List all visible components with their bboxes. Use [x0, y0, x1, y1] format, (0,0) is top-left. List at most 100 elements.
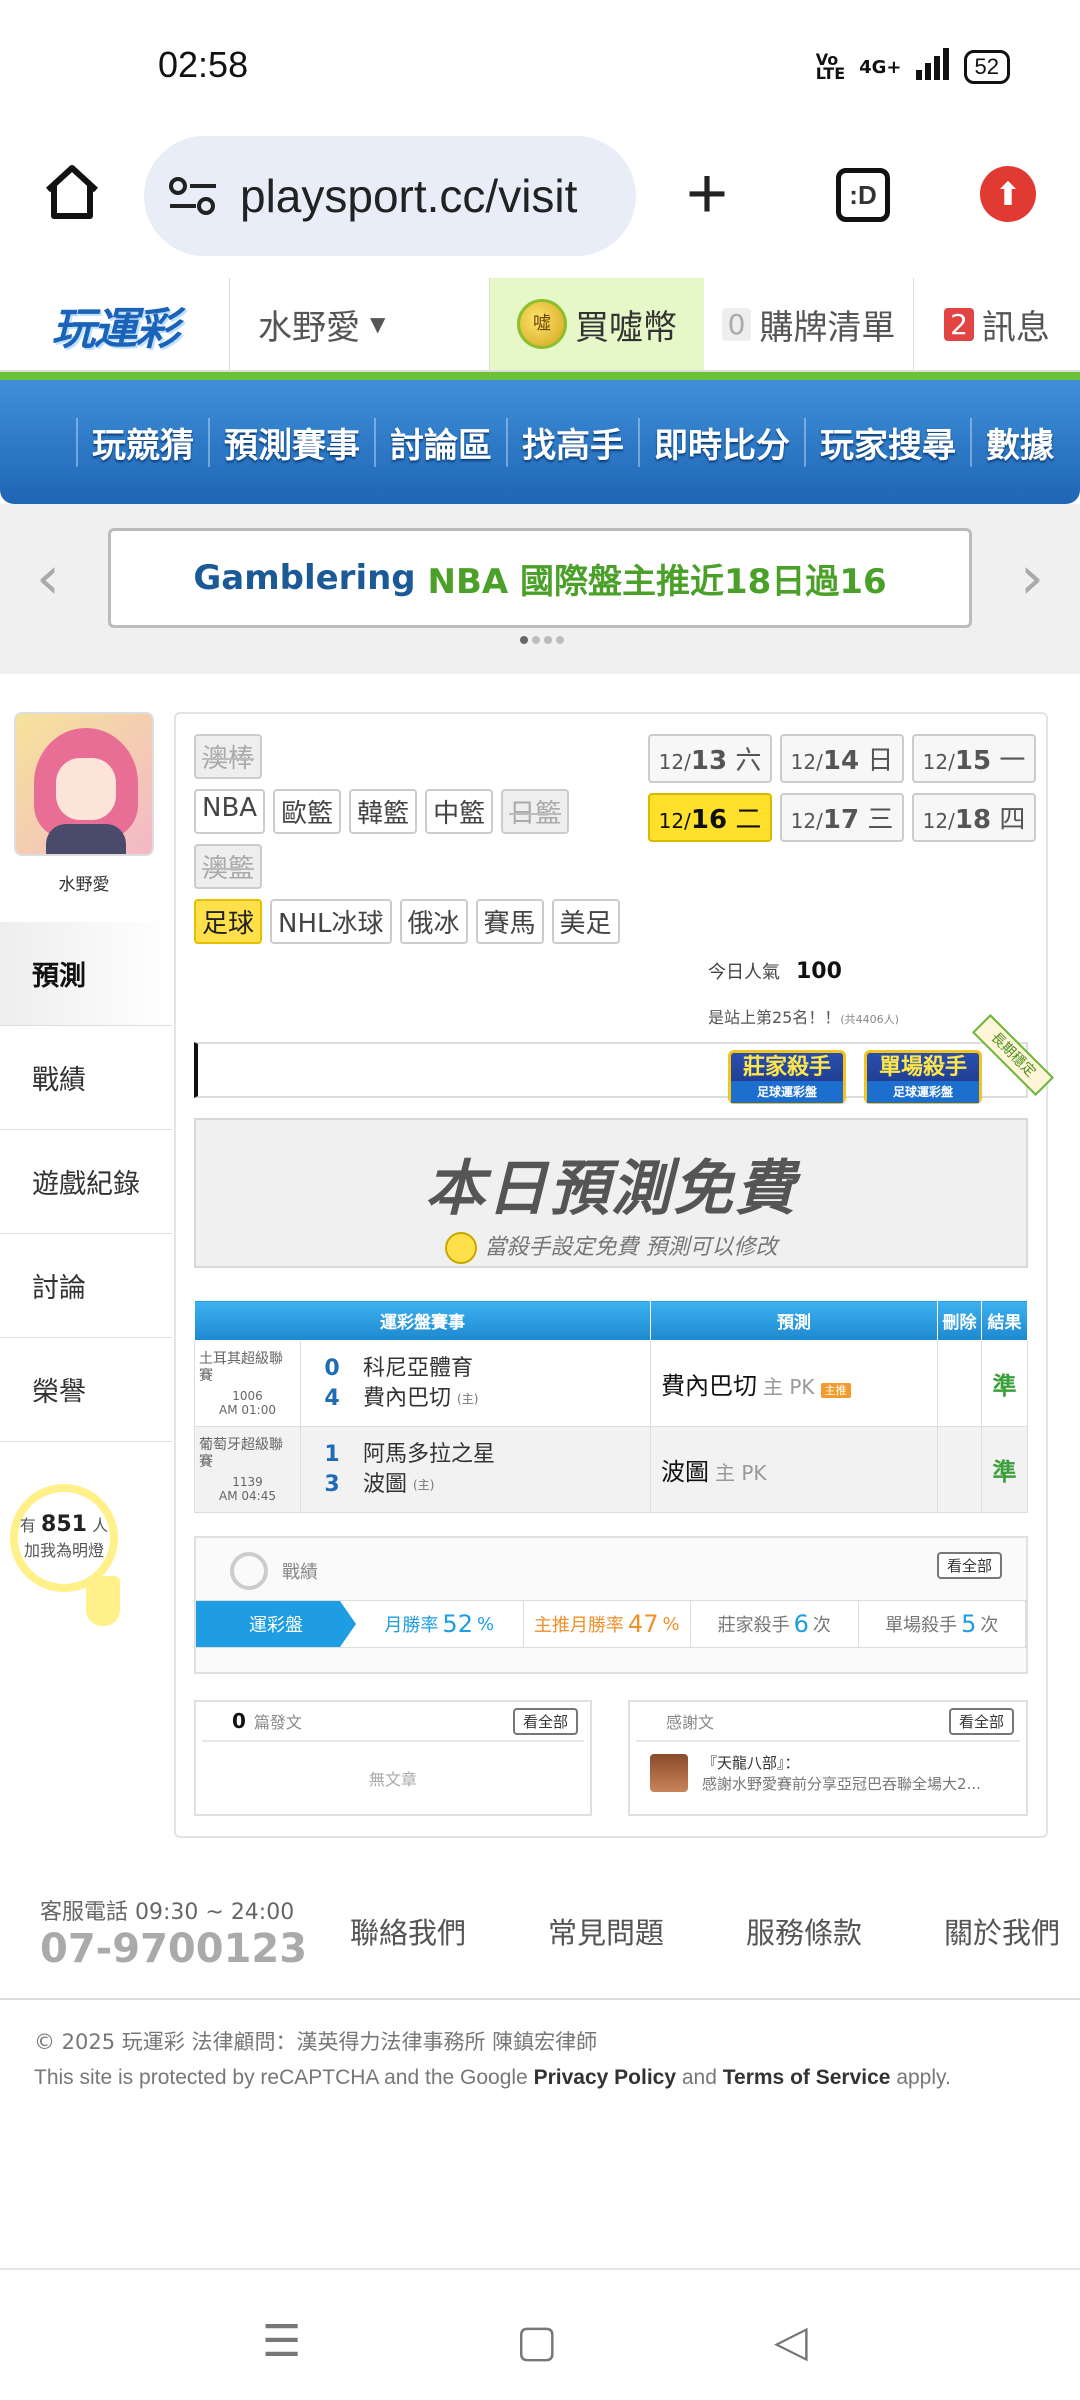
footer-link-about[interactable]: 關於我們: [944, 1910, 1060, 1952]
posts-view-all-button[interactable]: 看全部: [512, 1708, 578, 1735]
pick-cell: 費內巴切主 PK 主推: [650, 1340, 938, 1427]
date-button[interactable]: 12/14 日: [780, 734, 904, 783]
thanks-item[interactable]: 『天龍八部』： 感謝水野愛賽前分享亞冠巴吞聯全場大2...: [630, 1742, 1026, 1804]
date-day: 16: [690, 805, 728, 835]
sport-tag[interactable]: 足球: [194, 899, 263, 944]
home-score: 3: [324, 1471, 340, 1497]
coin-icon: 噓: [517, 299, 567, 349]
messages-button[interactable]: 2 訊息: [914, 278, 1080, 370]
away-score: 1: [324, 1441, 340, 1467]
home-button[interactable]: [40, 160, 104, 224]
sport-tag[interactable]: 韓籃: [349, 789, 418, 834]
sport-tag[interactable]: NHL冰球: [270, 899, 392, 944]
home-icon: [45, 165, 99, 219]
hotline-number[interactable]: 07-9700123: [40, 1926, 307, 1972]
sport-tag[interactable]: 歐籃: [273, 789, 342, 834]
menu-item-honors[interactable]: 榮譽: [0, 1338, 172, 1442]
nav-item[interactable]: 預測賽事: [208, 417, 374, 467]
date-month: 12/: [658, 750, 691, 774]
profile-menu: 預測 戰績 遊戲紀錄 討論 榮譽: [0, 922, 172, 1442]
stat-monthly-win: 月勝率 52%: [356, 1601, 524, 1647]
update-button[interactable]: ⬆: [980, 166, 1036, 222]
stat-banker-killer: 莊家殺手 6 次: [691, 1601, 859, 1647]
back-icon[interactable]: ◁: [774, 2316, 808, 2367]
sport-tag-row: NBA 歐籃 韓籃 中籃 日籃: [194, 789, 634, 834]
network-label: 4G+: [859, 56, 902, 78]
sport-tag: 澳棒: [194, 734, 263, 779]
date-button[interactable]: 12/15 一: [912, 734, 1036, 783]
address-bar[interactable]: playsport.cc/visit: [144, 136, 636, 256]
game-code: 1139: [232, 1474, 263, 1489]
status-bar: 02:58 Vo LTE 4G+ 52: [0, 0, 1080, 130]
thanks-view-all-button[interactable]: 看全部: [948, 1708, 1014, 1735]
date-day: 18: [954, 805, 992, 835]
home-nav-icon[interactable]: ▢: [516, 2316, 558, 2367]
user-dropdown[interactable]: 水野愛 ▼: [230, 278, 490, 370]
date-button[interactable]: 12/18 四: [912, 793, 1036, 842]
date-button[interactable]: 12/17 三: [780, 793, 904, 842]
footer-links: 聯絡我們 常見問題 服務條款 關於我們: [350, 1910, 1060, 1952]
target-icon: [230, 1552, 268, 1590]
chevron-left-icon[interactable]: ‹: [36, 548, 60, 608]
nav-item[interactable]: 數據: [970, 417, 1068, 467]
lightbulb-icon: [86, 1576, 120, 1626]
profile-name: 水野愛: [58, 875, 110, 895]
nav-item[interactable]: 玩家搜尋: [804, 417, 970, 467]
record-view-all-button[interactable]: 看全部: [936, 1552, 1002, 1579]
menu-item-game-log[interactable]: 遊戲紀錄: [0, 1130, 172, 1234]
date-month: 12/: [922, 809, 955, 833]
record-title: 戰績: [282, 1562, 318, 1583]
system-nav-bar: ☰ ▢ ◁: [0, 2268, 1080, 2400]
new-tab-button[interactable]: +: [686, 158, 728, 230]
terms-link[interactable]: Terms of Service: [723, 2066, 891, 2089]
nav-item[interactable]: 討論區: [374, 417, 506, 467]
date-button[interactable]: 12/16 二: [648, 793, 772, 842]
thanks-title: 『天龍八部』：: [702, 1754, 800, 1772]
posts-empty: 無文章: [368, 1770, 417, 1789]
menu-item-record[interactable]: 戰績: [0, 1026, 172, 1130]
chevron-right-icon[interactable]: ›: [1020, 548, 1044, 608]
sport-tag[interactable]: NBA: [194, 789, 266, 834]
banner-ad[interactable]: Gamblering NBA 國際盤主推近18日過16: [108, 528, 972, 628]
menu-item-predictions[interactable]: 預測: [0, 922, 172, 1026]
menu-item-discussion[interactable]: 討論: [0, 1234, 172, 1338]
posts-label: 篇發文: [253, 1713, 302, 1732]
footer-link-faq[interactable]: 常見問題: [548, 1910, 664, 1952]
avatar[interactable]: [14, 712, 154, 856]
stat-single-killer: 單場殺手 5 次: [859, 1601, 1026, 1647]
privacy-policy-link[interactable]: Privacy Policy: [534, 2066, 676, 2089]
free-prediction-notice: 本日預測免費 當殺手設定免費 預測可以修改: [194, 1118, 1028, 1268]
date-button[interactable]: 12/13 六: [648, 734, 772, 783]
site-rank: 是站上第25名！！(共4406人): [708, 1004, 899, 1028]
footer-link-terms[interactable]: 服務條款: [746, 1910, 862, 1952]
signal-icon: [915, 48, 950, 86]
messages-label: 訊息: [981, 307, 1050, 348]
date-weekday: 三: [867, 805, 894, 835]
nav-item[interactable]: 玩競猜: [76, 417, 208, 467]
nav-item[interactable]: 找高手: [506, 417, 638, 467]
pick-team: 波圖: [661, 1458, 709, 1486]
home-team: 波圖: [363, 1471, 408, 1497]
recaptcha-text: This site is protected by reCAPTCHA and …: [34, 2066, 528, 2089]
stat-value: 47: [627, 1610, 659, 1638]
posts-header: 0 篇發文 看全部: [202, 1702, 584, 1742]
sport-tag[interactable]: 中籃: [425, 789, 494, 834]
sport-tag[interactable]: 俄冰: [399, 899, 468, 944]
badge-single-killer: 單場殺手 足球運彩盤: [864, 1050, 982, 1104]
date-day: 15: [954, 746, 992, 776]
recent-apps-icon[interactable]: ☰: [262, 2316, 301, 2367]
nav-item[interactable]: 即時比分: [638, 417, 804, 467]
sport-tag[interactable]: 美足: [551, 899, 620, 944]
main-pick-tag: 主推: [820, 1383, 851, 1398]
badge-title: 單場殺手: [878, 1055, 967, 1080]
site-logo[interactable]: 玩運彩: [0, 278, 230, 372]
buy-coin-button[interactable]: 噓 買噓幣: [490, 278, 704, 370]
banner-text: NBA 國際盤主推近18日過16: [427, 561, 887, 602]
thanks-label: 感謝文: [666, 1713, 715, 1732]
site-settings-icon[interactable]: [168, 176, 218, 216]
sport-tag[interactable]: 賽馬: [475, 899, 544, 944]
tab-switcher-button[interactable]: :D: [836, 168, 890, 222]
footer-link-contact[interactable]: 聯絡我們: [350, 1910, 466, 1952]
purchase-list-button[interactable]: 0 購牌清單: [704, 278, 914, 370]
away-team: 科尼亞體育: [363, 1355, 474, 1381]
